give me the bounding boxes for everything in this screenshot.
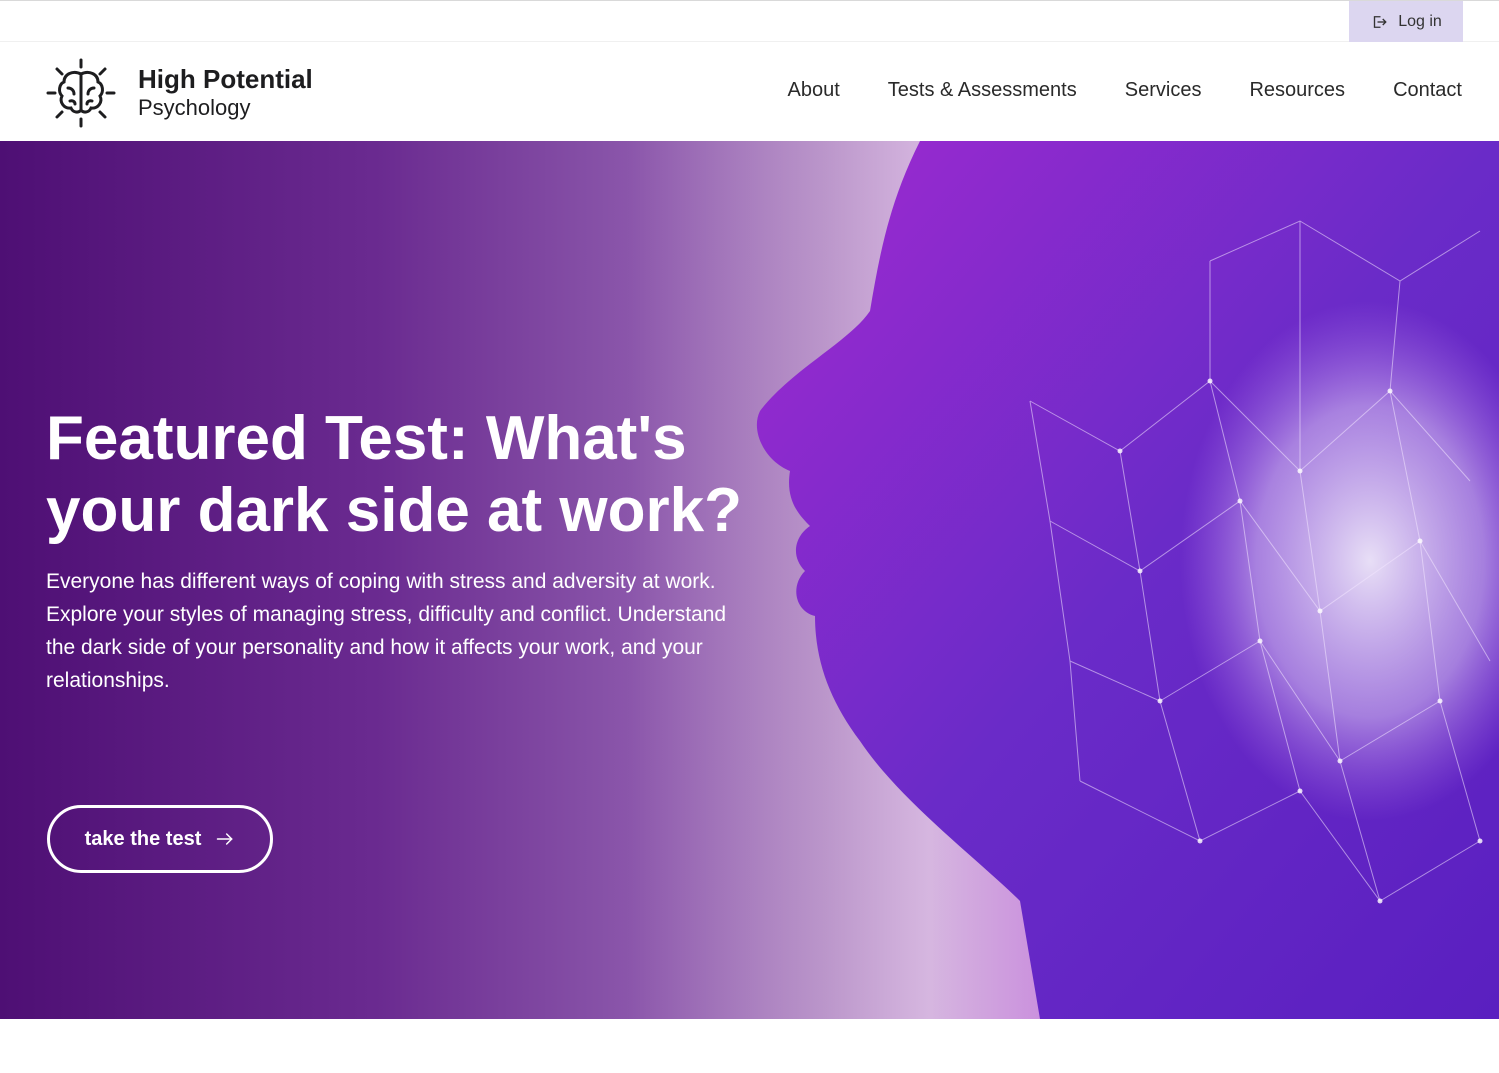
nav-services[interactable]: Services bbox=[1125, 79, 1202, 102]
arrow-right-icon bbox=[217, 833, 234, 845]
nav-about[interactable]: About bbox=[788, 79, 840, 102]
logo-title: High Potential bbox=[138, 64, 313, 95]
hero-description: Everyone has different ways of coping wi… bbox=[46, 570, 727, 692]
hero-content: Featured Test: What's your dark side at … bbox=[46, 403, 746, 697]
nav-resources[interactable]: Resources bbox=[1249, 79, 1345, 102]
hero-title: Featured Test: What's your dark side at … bbox=[46, 404, 742, 545]
main-nav: About Tests & Assessments Services Resou… bbox=[788, 79, 1462, 102]
take-test-label: take the test bbox=[84, 827, 202, 850]
login-icon bbox=[1374, 15, 1387, 28]
logo-subtitle: Psychology bbox=[138, 95, 251, 121]
top-bar: Log in bbox=[0, 0, 1499, 42]
login-label: Log in bbox=[1398, 12, 1442, 30]
nav-contact[interactable]: Contact bbox=[1393, 79, 1462, 102]
brain-icon bbox=[46, 58, 116, 128]
site-header: High Potential Psychology About Tests & … bbox=[0, 42, 1499, 141]
nav-tests-assessments[interactable]: Tests & Assessments bbox=[888, 79, 1077, 102]
hero-banner: Featured Test: What's your dark side at … bbox=[0, 141, 1499, 1019]
site-logo[interactable]: High Potential Psychology bbox=[46, 58, 313, 128]
login-button[interactable]: Log in bbox=[1349, 1, 1463, 42]
take-test-button[interactable]: take the test bbox=[47, 805, 273, 873]
